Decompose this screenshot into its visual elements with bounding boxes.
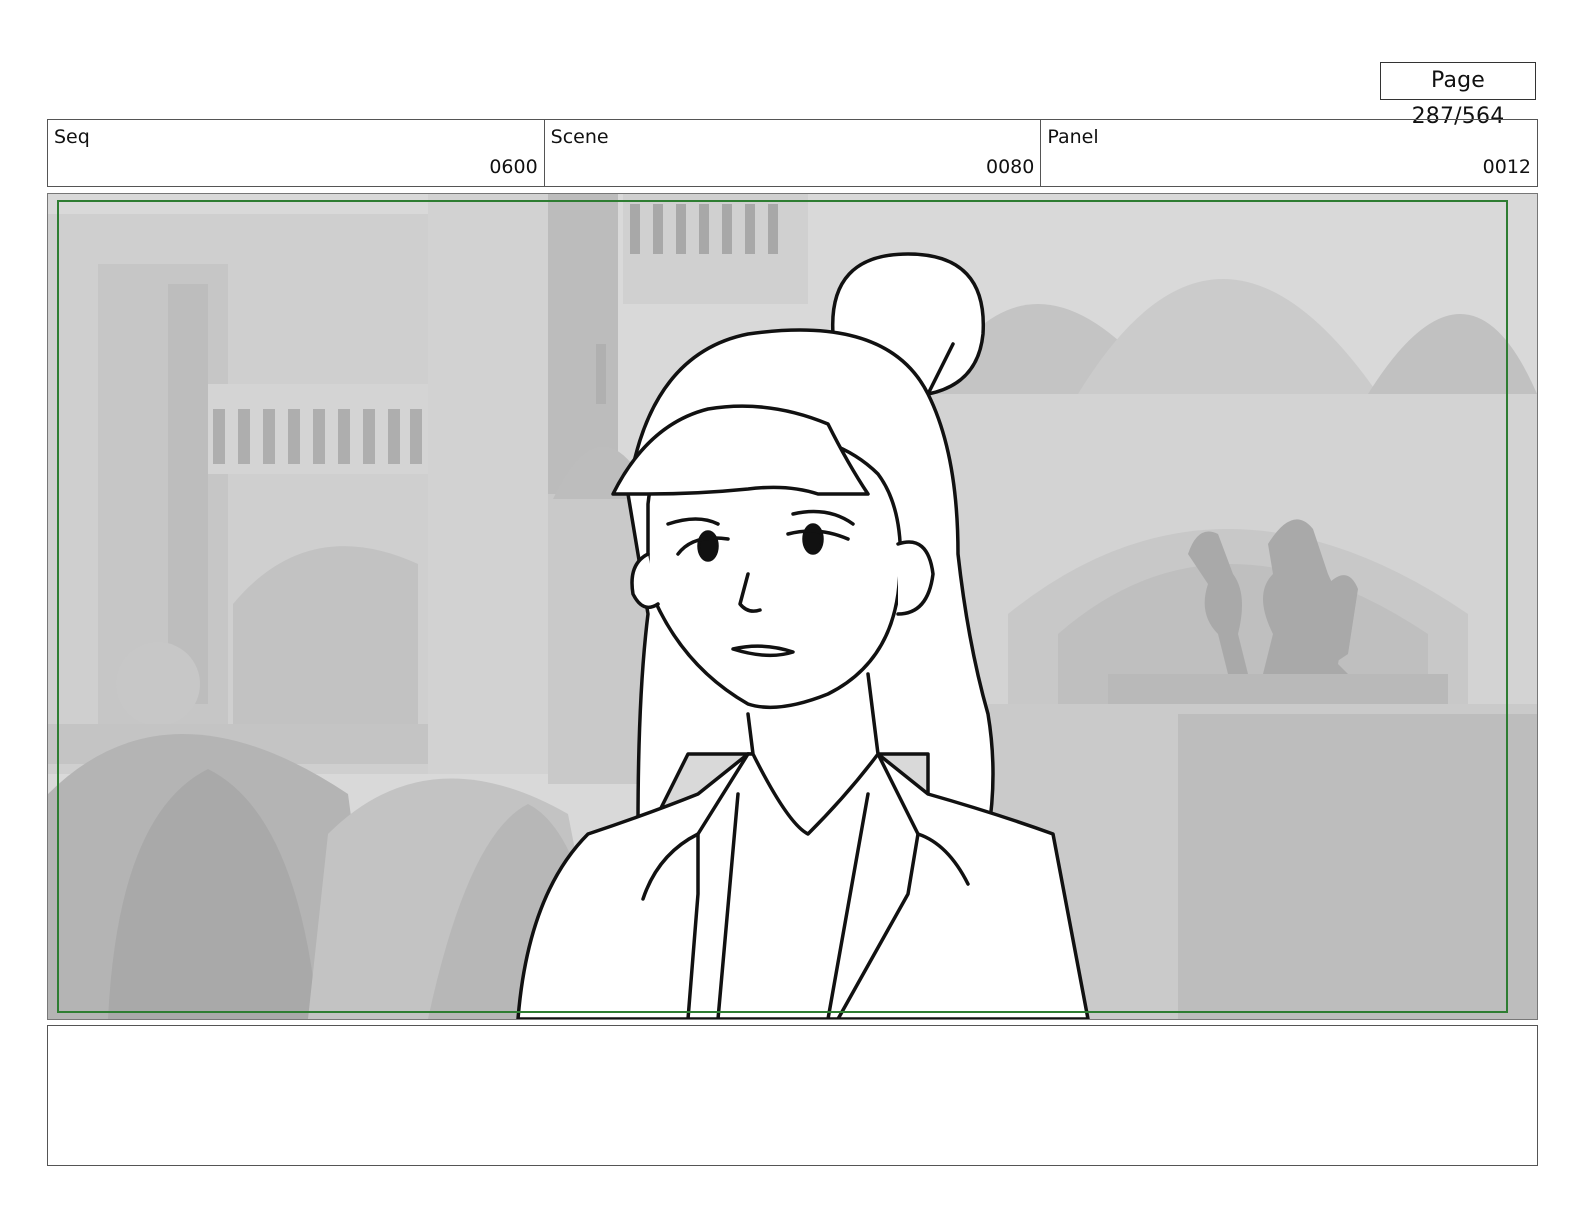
- storyboard-drawing: [48, 194, 1537, 1019]
- page-number: Page 287/564: [1380, 62, 1536, 129]
- seq-cell: Seq 0600: [48, 120, 545, 186]
- scene-label: Scene: [550, 126, 609, 148]
- panel-value: 0012: [1482, 156, 1532, 178]
- panel-label: Panel: [1047, 126, 1099, 148]
- panel-notes-box: [47, 1025, 1538, 1166]
- seq-value: 0600: [489, 156, 538, 178]
- seq-label: Seq: [54, 126, 90, 148]
- scene-cell: Scene 0080: [545, 120, 1042, 186]
- panel-info-bar: Seq 0600 Scene 0080 Panel 0012: [47, 119, 1538, 187]
- storyboard-panel: [47, 193, 1538, 1020]
- scene-value: 0080: [985, 156, 1035, 178]
- panel-cell: Panel 0012: [1041, 120, 1537, 186]
